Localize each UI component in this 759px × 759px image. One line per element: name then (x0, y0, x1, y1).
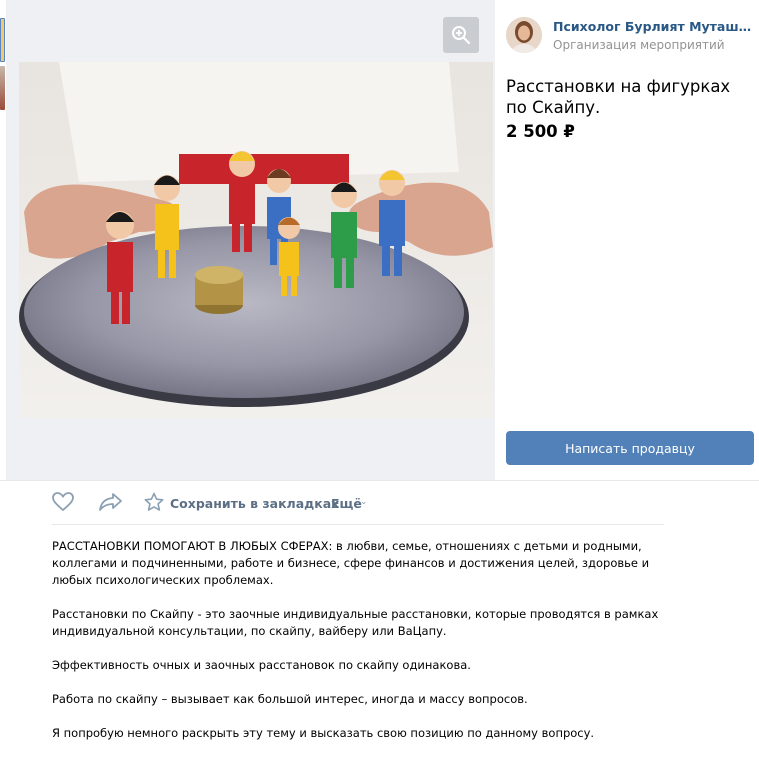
divider (52, 524, 664, 525)
description-paragraph: РАССТАНОВКИ ПОМОГАЮТ В ЛЮБЫХ СФЕРАХ: в л… (52, 539, 650, 587)
thumbnail-2[interactable] (0, 66, 5, 110)
product-title: Расстановки на фигурках по Скайпу. (506, 77, 731, 117)
divider (0, 480, 759, 481)
contact-seller-button[interactable]: Написать продавцу (506, 431, 754, 465)
product-info-panel: Психолог Бурлият Муташева г.... Организа… (495, 0, 759, 480)
description-paragraph: Эффективность очных и заочных расстаново… (52, 658, 471, 672)
product-photo[interactable] (19, 62, 493, 418)
heart-icon[interactable] (52, 492, 74, 512)
seller-name-link[interactable]: Психолог Бурлият Муташева г.... (553, 19, 753, 34)
description-paragraph: Работа по скайпу – вызывает как большой … (52, 692, 528, 706)
bookmark-label[interactable]: Сохранить в закладках (170, 496, 339, 511)
chevron-down-icon: ⌄ (360, 497, 368, 507)
product-price: 2 500 ₽ (506, 122, 575, 141)
seller-avatar[interactable] (506, 17, 542, 53)
description-paragraph: Я попробую немного раскрыть эту тему и в… (52, 726, 595, 740)
zoom-in-icon (452, 26, 471, 45)
share-arrow-icon[interactable] (99, 492, 123, 512)
thumbnail-1[interactable] (0, 18, 5, 62)
media-viewer (6, 0, 495, 480)
description-paragraph: Расстановки по Скайпу - это заочные инди… (52, 607, 659, 638)
seller-category: Организация мероприятий (553, 38, 725, 52)
product-description: РАССТАНОВКИ ПОМОГАЮТ В ЛЮБЫХ СФЕРАХ: в л… (52, 538, 672, 759)
action-bar: Сохранить в закладках Ещё ⌄ (52, 488, 664, 524)
more-button[interactable]: Ещё (331, 496, 362, 511)
zoom-button[interactable] (443, 17, 479, 53)
star-icon[interactable] (144, 492, 164, 512)
